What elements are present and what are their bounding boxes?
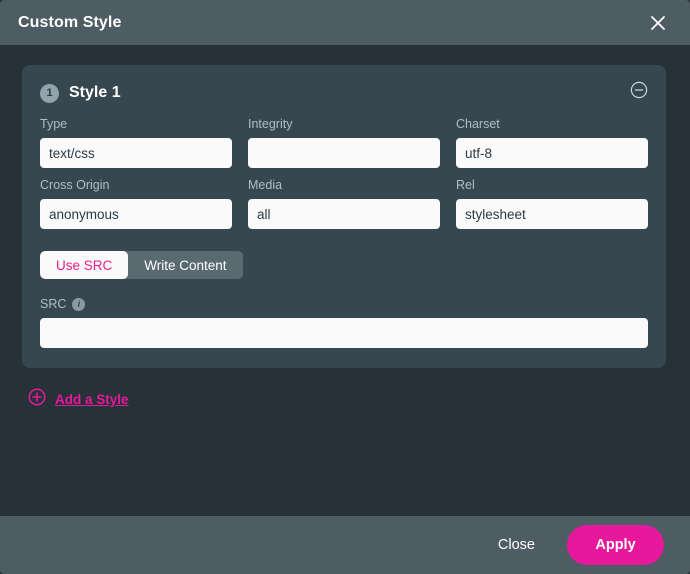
field-cross-origin: Cross Origin [40,178,232,229]
field-integrity: Integrity [248,117,440,168]
close-button[interactable]: Close [488,529,545,561]
custom-style-dialog: Custom Style 1 Style 1 Type text/css Int… [0,0,690,574]
rel-input[interactable] [456,199,648,229]
style-card-header: 1 Style 1 [40,79,648,107]
source-mode-toggle-wrap: Use SRC Write Content [40,251,648,279]
circle-plus-icon [28,388,46,411]
field-rel: Rel [456,178,648,229]
add-a-style-label: Add a Style [55,392,129,407]
charset-input[interactable] [456,138,648,168]
close-icon[interactable] [644,9,672,37]
field-label-cross-origin: Cross Origin [40,178,110,192]
dialog-footer: Close Apply [0,516,690,574]
src-label-row: SRC i [40,297,648,312]
apply-button[interactable]: Apply [567,525,664,565]
field-charset: Charset [456,117,648,168]
source-mode-toggle-group: Use SRC Write Content [40,251,243,279]
add-a-style-button[interactable]: Add a Style [28,388,129,411]
field-label-src: SRC [40,297,67,311]
field-media: Media [248,178,440,229]
style-card-title: Style 1 [69,84,121,101]
field-label-charset: Charset [456,117,500,131]
media-input[interactable] [248,199,440,229]
integrity-input[interactable] [248,138,440,168]
field-row-1: Type Integrity Charset [40,117,648,168]
field-label-rel: Rel [456,178,475,192]
field-type: Type [40,117,232,168]
tab-write-content[interactable]: Write Content [128,251,242,279]
field-row-2: Cross Origin Media Rel [40,178,648,229]
field-label-media: Media [248,178,283,192]
style-card: 1 Style 1 Type Integrity [22,65,666,368]
src-field: SRC i [40,297,648,348]
style-index-badge: 1 [40,83,59,103]
circle-minus-icon[interactable] [628,79,650,101]
dialog-titlebar: Custom Style [0,0,690,45]
field-label-type: Type [40,117,68,131]
field-label-integrity: Integrity [248,117,293,131]
dialog-title: Custom Style [18,13,122,31]
src-input[interactable] [40,318,648,348]
tab-use-src[interactable]: Use SRC [40,251,129,279]
info-icon[interactable]: i [72,298,86,311]
dialog-body: 1 Style 1 Type Integrity [0,45,690,516]
type-input[interactable] [40,138,232,168]
cross-origin-input[interactable] [40,199,232,229]
